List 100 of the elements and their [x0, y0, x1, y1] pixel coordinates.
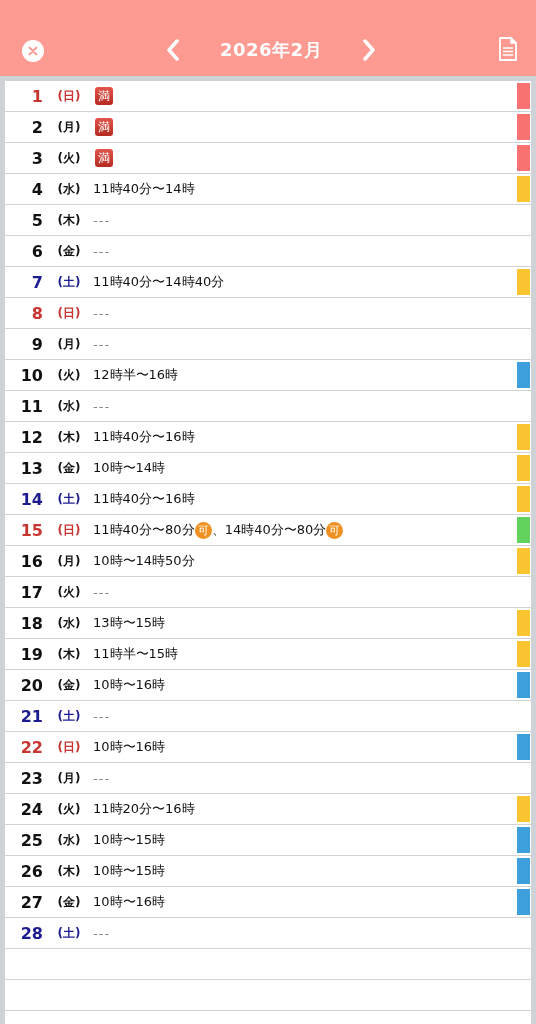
day-row[interactable]: 6 (金) ---: [5, 236, 531, 267]
day-row[interactable]: 27 (金) 10時〜16時: [5, 887, 531, 918]
time-range-text: 10時〜16時: [93, 738, 166, 756]
day-number: 1: [30, 86, 44, 106]
no-schedule-text: ---: [93, 398, 111, 414]
weekday-label: (日): [56, 304, 82, 322]
weekday-label: (月): [56, 552, 82, 570]
time-range-text: 11時40分〜14時: [93, 180, 195, 198]
day-number: 5: [30, 210, 44, 230]
weekday-label: (火): [56, 583, 82, 601]
day-row[interactable]: 15 (日) 11時40分〜80分 可 、14時40分〜80分 可: [5, 515, 531, 546]
day-number: 21: [19, 706, 44, 726]
day-row[interactable]: 2 (月) 満: [5, 112, 531, 143]
time-range-text: 12時半〜16時: [93, 366, 179, 384]
weekday-label: (火): [56, 149, 82, 167]
day-number: 10: [19, 365, 44, 385]
weekday-label: (土): [56, 924, 82, 942]
time-range-text: 10時〜15時: [93, 862, 166, 880]
day-row[interactable]: 19 (木) 11時半〜15時: [5, 639, 531, 670]
day-number: 7: [30, 272, 44, 292]
day-row[interactable]: 26 (木) 10時〜15時: [5, 856, 531, 887]
time-range-text: 11時40分〜16時: [93, 490, 195, 508]
weekday-label: (水): [56, 831, 82, 849]
no-schedule-text: ---: [93, 212, 111, 228]
month-title: 2026年2月: [219, 38, 323, 62]
day-number: 6: [30, 241, 44, 261]
day-row[interactable]: 10 (火) 12時半〜16時: [5, 360, 531, 391]
day-row[interactable]: 23 (月) ---: [5, 763, 531, 794]
time-range-text: 10時〜15時: [93, 831, 166, 849]
weekday-label: (木): [56, 211, 82, 229]
day-row[interactable]: 17 (火) ---: [5, 577, 531, 608]
time-range-text: 11時40分〜16時: [93, 428, 195, 446]
day-number: 13: [19, 458, 44, 478]
day-row[interactable]: 12 (木) 11時40分〜16時: [5, 422, 531, 453]
day-row[interactable]: 7 (土) 11時40分〜14時40分: [5, 267, 531, 298]
day-row[interactable]: 16 (月) 10時〜14時50分: [5, 546, 531, 577]
no-schedule-text: ---: [93, 584, 111, 600]
previous-month-button[interactable]: [165, 39, 180, 61]
weekday-label: (土): [56, 490, 82, 508]
day-row[interactable]: 5 (木) ---: [5, 205, 531, 236]
time-range-text: 11時40分〜80分: [93, 521, 195, 539]
day-number: 16: [19, 551, 44, 571]
day-row[interactable]: 9 (月) ---: [5, 329, 531, 360]
day-number: 15: [19, 520, 44, 540]
day-row[interactable]: 20 (金) 10時〜16時: [5, 670, 531, 701]
available-badge: 可: [326, 521, 344, 539]
weekday-label: (金): [56, 459, 82, 477]
full-badge: 満: [95, 149, 113, 167]
time-range-text: 11時40分〜14時40分: [93, 273, 225, 291]
time-range-text: 13時〜15時: [93, 614, 166, 632]
weekday-label: (月): [56, 769, 82, 787]
next-month-button[interactable]: [362, 39, 377, 61]
day-number: 28: [19, 923, 44, 943]
day-row[interactable]: 3 (火) 満: [5, 143, 531, 174]
day-row[interactable]: 1 (日) 満: [5, 81, 531, 112]
day-row[interactable]: 18 (水) 13時〜15時: [5, 608, 531, 639]
weekday-label: (木): [56, 428, 82, 446]
weekday-label: (日): [56, 738, 82, 756]
day-number: 25: [19, 830, 44, 850]
time-range-text: 、14時40分〜80分: [211, 521, 327, 539]
no-schedule-text: ---: [93, 336, 111, 352]
weekday-label: (月): [56, 118, 82, 136]
document-icon[interactable]: [498, 36, 518, 62]
weekday-label: (日): [56, 87, 82, 105]
weekday-label: (火): [56, 800, 82, 818]
time-range-text: 10時〜16時: [93, 676, 166, 694]
full-badge: 満: [95, 118, 113, 136]
weekday-label: (金): [56, 242, 82, 260]
day-row[interactable]: 28 (土) ---: [5, 918, 531, 949]
day-number: 19: [19, 644, 44, 664]
day-row[interactable]: 11 (水) ---: [5, 391, 531, 422]
day-number: 11: [19, 396, 44, 416]
day-number: 26: [19, 861, 44, 881]
time-range-text: 10時〜16時: [93, 893, 166, 911]
weekday-label: (水): [56, 180, 82, 198]
day-row[interactable]: 22 (日) 10時〜16時: [5, 732, 531, 763]
day-row[interactable]: 25 (水) 10時〜15時: [5, 825, 531, 856]
day-number: 27: [19, 892, 44, 912]
day-row[interactable]: 24 (火) 11時20分〜16時: [5, 794, 531, 825]
day-row[interactable]: 8 (日) ---: [5, 298, 531, 329]
weekday-label: (水): [56, 614, 82, 632]
day-number: 2: [30, 117, 44, 137]
day-row[interactable]: 14 (土) 11時40分〜16時: [5, 484, 531, 515]
weekday-label: (水): [56, 397, 82, 415]
no-schedule-text: ---: [93, 243, 111, 259]
weekday-label: (木): [56, 862, 82, 880]
day-number: 17: [19, 582, 44, 602]
full-badge: 満: [95, 87, 113, 105]
weekday-label: (土): [56, 707, 82, 725]
day-row[interactable]: 4 (水) 11時40分〜14時: [5, 174, 531, 205]
day-number: 24: [19, 799, 44, 819]
day-row[interactable]: 21 (土) ---: [5, 701, 531, 732]
weekday-label: (金): [56, 893, 82, 911]
weekday-label: (木): [56, 645, 82, 663]
close-button[interactable]: [22, 40, 44, 62]
day-number: 22: [19, 737, 44, 757]
weekday-label: (日): [56, 521, 82, 539]
day-row[interactable]: 13 (金) 10時〜14時: [5, 453, 531, 484]
day-number: 20: [19, 675, 44, 695]
no-schedule-text: ---: [93, 925, 111, 941]
